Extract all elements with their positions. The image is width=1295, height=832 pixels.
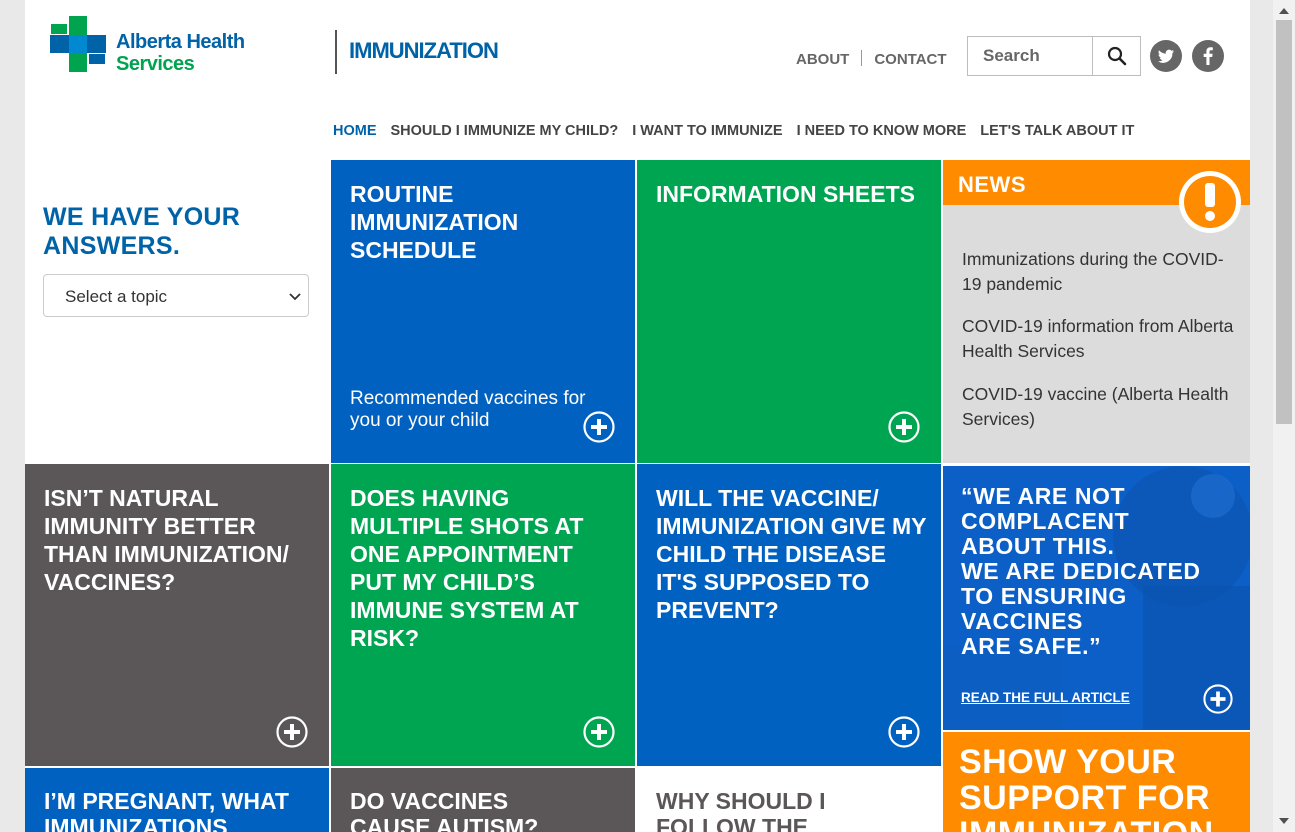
tile-information-sheets[interactable]: INFORMATION SHEETS [637, 160, 941, 463]
plus-circle-icon[interactable] [583, 716, 615, 748]
page-scrollbar[interactable] [1273, 0, 1295, 832]
plus-circle-icon[interactable] [583, 411, 615, 443]
nav-i-need-to-know-more[interactable]: I NEED TO KNOW MORE [797, 123, 967, 139]
quote-line: TO ENSURING [961, 583, 1127, 609]
answers-title-line1: WE HAVE YOUR [43, 203, 241, 231]
nav-should-i-immunize[interactable]: SHOULD I IMMUNIZE MY CHILD? [391, 123, 619, 139]
nav-i-want-to-immunize[interactable]: I WANT TO IMMUNIZE [632, 123, 782, 139]
link-separator [861, 50, 863, 66]
news-panel: NEWS Immunizations during the COVID-19 p… [943, 160, 1250, 463]
tile-title: INFORMATION SHEETS [656, 181, 915, 207]
tile-autism[interactable]: DO VACCINES CAUSE AUTISM? [331, 768, 635, 832]
top-links: ABOUT CONTACT [796, 50, 947, 68]
tile-title: WILL THE VACCINE/ IMMUNIZATION GIVE MY C… [656, 485, 927, 623]
page: Alberta Health Services IMMUNIZATION ABO… [25, 0, 1250, 832]
quote-line: VACCINES [961, 608, 1083, 634]
plus-circle-icon[interactable] [276, 716, 308, 748]
alert-icon [1179, 171, 1241, 233]
twitter-icon [1158, 49, 1174, 63]
chevron-down-icon [289, 293, 301, 301]
tile-title: I’M PREGNANT, WHAT IMMUNIZATIONS [44, 788, 289, 832]
topic-select-value: Select a topic [65, 287, 168, 306]
quote-line: ARE SAFE.” [961, 633, 1102, 659]
support-tile[interactable]: SHOW YOUR SUPPORT FOR IMMUNIZATION [943, 732, 1250, 832]
ahs-logo[interactable]: Alberta Health Services [50, 16, 250, 75]
news-title: NEWS [958, 172, 1026, 197]
quote-line: WE ARE DEDICATED [961, 558, 1201, 584]
tile-follow-schedule[interactable]: WHY SHOULD I FOLLOW THE [637, 768, 941, 832]
support-line: SUPPORT FOR [959, 779, 1211, 817]
facebook-icon [1203, 47, 1213, 65]
search-box [967, 36, 1141, 76]
search-icon [1107, 46, 1127, 66]
nav-home[interactable]: HOME [333, 123, 377, 139]
facebook-button[interactable] [1192, 40, 1224, 72]
scroll-down-icon[interactable] [1279, 818, 1289, 824]
scrollbar-thumb[interactable] [1276, 20, 1292, 424]
logo-line2: Services [116, 53, 195, 75]
plus-circle-icon[interactable] [1203, 684, 1233, 714]
contact-link[interactable]: CONTACT [874, 51, 946, 68]
tile-title: ISN’T NATURAL IMMUNITY BETTER THAN IMMUN… [44, 485, 289, 595]
logo-line1: Alberta Health [116, 31, 245, 53]
twitter-button[interactable] [1150, 40, 1182, 72]
tile-routine-schedule[interactable]: ROUTINE IMMUNIZATION SCHEDULE Recommende… [331, 160, 635, 463]
header-divider [335, 30, 337, 74]
nav-lets-talk[interactable]: LET'S TALK ABOUT IT [980, 123, 1134, 139]
quote-tile[interactable]: “WE ARE NOT COMPLACENT ABOUT THIS. WE AR… [943, 466, 1250, 730]
read-full-article-link[interactable]: READ THE FULL ARTICLE [961, 690, 1130, 705]
news-body: Immunizations during the COVID-19 pandem… [943, 205, 1250, 463]
news-item[interactable]: Immunizations during the COVID-19 pandem… [962, 247, 1234, 297]
tile-title: WHY SHOULD I FOLLOW THE [656, 788, 826, 832]
tile-pregnant[interactable]: I’M PREGNANT, WHAT IMMUNIZATIONS [25, 768, 329, 832]
quote-line: COMPLACENT [961, 508, 1130, 534]
topic-select[interactable]: Select a topic [43, 274, 309, 317]
search-input[interactable] [968, 37, 1092, 75]
answers-title-line2: ANSWERS. [43, 232, 181, 260]
quote-text: “WE ARE NOT COMPLACENT ABOUT THIS. WE AR… [961, 484, 1201, 659]
plus-circle-icon[interactable] [888, 411, 920, 443]
tile-natural-immunity[interactable]: ISN’T NATURAL IMMUNITY BETTER THAN IMMUN… [25, 464, 329, 766]
support-line: SHOW YOUR [959, 743, 1177, 781]
search-button[interactable] [1092, 37, 1140, 75]
tile-multiple-shots[interactable]: DOES HAVING MULTIPLE SHOTS AT ONE APPOIN… [331, 464, 635, 766]
support-line: IMMUNIZATION [959, 816, 1214, 832]
tile-description: Recommended vaccines for you or your chi… [350, 388, 586, 431]
quote-line: ABOUT THIS. [961, 533, 1115, 559]
main-nav: HOME SHOULD I IMMUNIZE MY CHILD? I WANT TO… [333, 123, 1148, 139]
news-item[interactable]: COVID-19 information from Alberta Health… [962, 314, 1234, 364]
plus-circle-icon[interactable] [888, 716, 920, 748]
answers-title: WE HAVE YOUR ANSWERS. [43, 203, 240, 261]
tile-title: DO VACCINES CAUSE AUTISM? [350, 788, 539, 832]
scroll-up-icon[interactable] [1279, 8, 1289, 14]
about-link[interactable]: ABOUT [796, 51, 849, 68]
logo-text: Alberta Health Services [116, 31, 245, 75]
tile-title: DOES HAVING MULTIPLE SHOTS AT ONE APPOIN… [350, 485, 584, 651]
ahs-cross-icon [50, 16, 106, 72]
tile-title: ROUTINE IMMUNIZATION SCHEDULE [350, 181, 519, 263]
news-item[interactable]: COVID-19 vaccine (Alberta Health Service… [962, 382, 1234, 432]
tile-vaccine-disease[interactable]: WILL THE VACCINE/ IMMUNIZATION GIVE MY C… [637, 464, 941, 766]
site-title[interactable]: IMMUNIZATION [349, 38, 499, 64]
support-title: SHOW YOUR SUPPORT FOR IMMUNIZATION [959, 744, 1214, 832]
quote-line: “WE ARE NOT [961, 483, 1126, 509]
